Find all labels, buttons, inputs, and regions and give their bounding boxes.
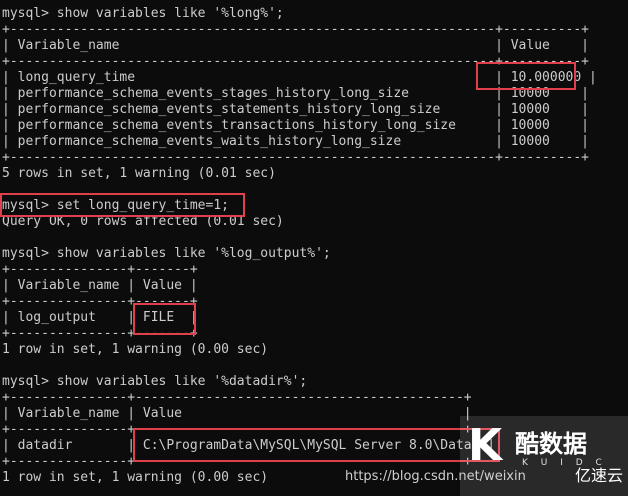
result-summary: 5 rows in set, 1 warning (0.01 sec) (2, 166, 276, 181)
table-row: | performance_schema_events_waits_histor… (2, 134, 589, 149)
table-row: | performance_schema_events_transactions… (2, 118, 589, 133)
highlight-set-command (0, 193, 245, 217)
prompt-line: mysql> show variables like '%long%'; (2, 6, 284, 21)
table-border: +---------------+-------+ (2, 262, 198, 277)
table-row: | performance_schema_events_statements_h… (2, 102, 589, 117)
watermark-brand: 酷数据 (515, 430, 587, 458)
result-summary: 1 row in set, 1 warning (0.00 sec) (2, 342, 269, 357)
result-summary: 1 row in set, 1 warning (0.00 sec) (2, 470, 269, 485)
table-header: | Variable_name | Value | (2, 278, 198, 293)
prompt-line: mysql> show variables like '%log_output%… (2, 246, 331, 261)
table-border: +---------------+-----------------------… (2, 390, 472, 405)
table-border: +---------------------------------------… (2, 22, 589, 37)
watermark-logo-icon: K (468, 420, 503, 471)
table-border: +---------------------------------------… (2, 150, 589, 165)
table-header: | Variable_name | Value | (2, 38, 589, 53)
highlight-datadir-value (133, 428, 500, 462)
highlight-long-query-time (476, 62, 576, 90)
prompt-line: mysql> show variables like '%datadir%'; (2, 374, 308, 389)
table-header: | Variable_name | Value | (2, 406, 472, 421)
watermark-yisu: 亿速云 (575, 466, 624, 485)
highlight-log-output-value (133, 303, 196, 335)
watermark-url: https://blog.csdn.net/weixin (345, 469, 526, 484)
